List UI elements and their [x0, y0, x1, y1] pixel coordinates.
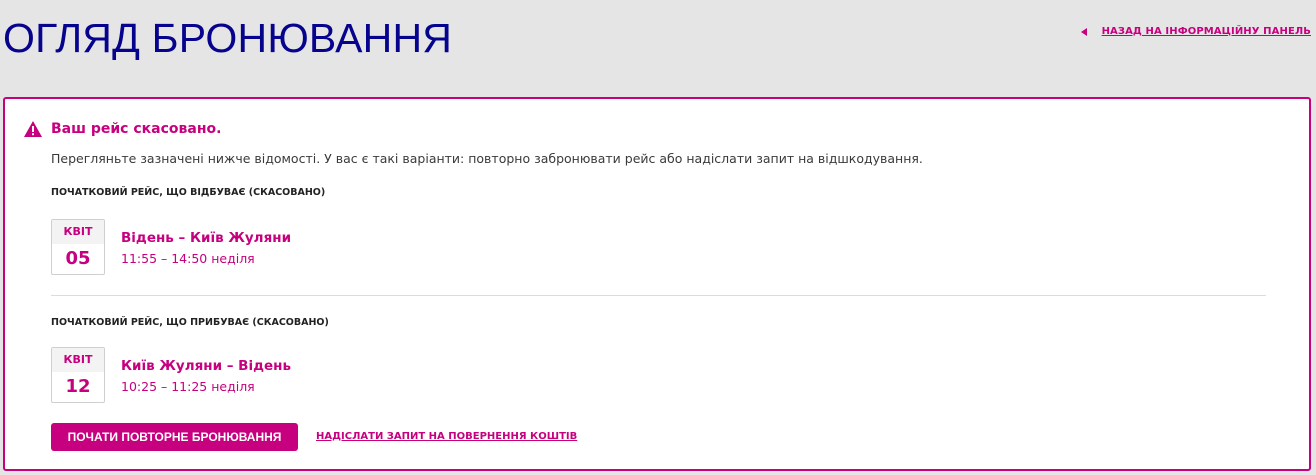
page-title: ОГЛЯД БРОНЮВАННЯ: [3, 15, 453, 61]
back-link-label: НАЗАД НА ІНФОРМАЦІЙНУ ПАНЕЛЬ: [1101, 26, 1311, 37]
outbound-section-label: ПОЧАТКОВИЙ РЕЙС, ЩО ВІДБУВАЄ (СКАСОВАНО): [51, 187, 326, 198]
alert-title: Ваш рейс скасовано.: [51, 121, 222, 137]
refund-request-link[interactable]: НАДІСЛАТИ ЗАПИТ НА ПОВЕРНЕННЯ КОШТІВ: [316, 431, 577, 442]
flight-divider: [51, 295, 1266, 296]
outbound-day: 05: [65, 248, 91, 269]
caret-left-icon: [1080, 27, 1087, 36]
outbound-route: Відень – Київ Жуляни: [121, 230, 292, 246]
rebook-button[interactable]: ПОЧАТИ ПОВТОРНЕ БРОНЮВАННЯ: [51, 423, 298, 451]
return-times: 10:25 – 11:25 неділя: [121, 379, 255, 394]
return-route: Київ Жуляни – Відень: [121, 358, 292, 374]
outbound-month: КВІТ: [52, 220, 104, 244]
alert-header: Ваш рейс скасовано.: [24, 121, 221, 137]
cancellation-card: Ваш рейс скасовано. Перегляньте зазначен…: [3, 97, 1311, 471]
return-day: 12: [65, 376, 91, 397]
back-to-dashboard-link[interactable]: НАЗАД НА ІНФОРМАЦІЙНУ ПАНЕЛЬ: [1080, 26, 1311, 37]
outbound-times: 11:55 – 14:50 неділя: [121, 251, 255, 266]
outbound-date-box: КВІТ 05: [51, 219, 105, 275]
return-section-label: ПОЧАТКОВИЙ РЕЙС, ЩО ПРИБУВАЄ (СКАСОВАНО): [51, 317, 329, 328]
booking-overview-page: ОГЛЯД БРОНЮВАННЯ НАЗАД НА ІНФОРМАЦІЙНУ П…: [0, 0, 1316, 475]
alert-message: Перегляньте зазначені нижче відомості. У…: [51, 151, 923, 166]
warning-triangle-icon: [24, 121, 42, 137]
return-month: КВІТ: [52, 348, 104, 372]
return-date-box: КВІТ 12: [51, 347, 105, 403]
